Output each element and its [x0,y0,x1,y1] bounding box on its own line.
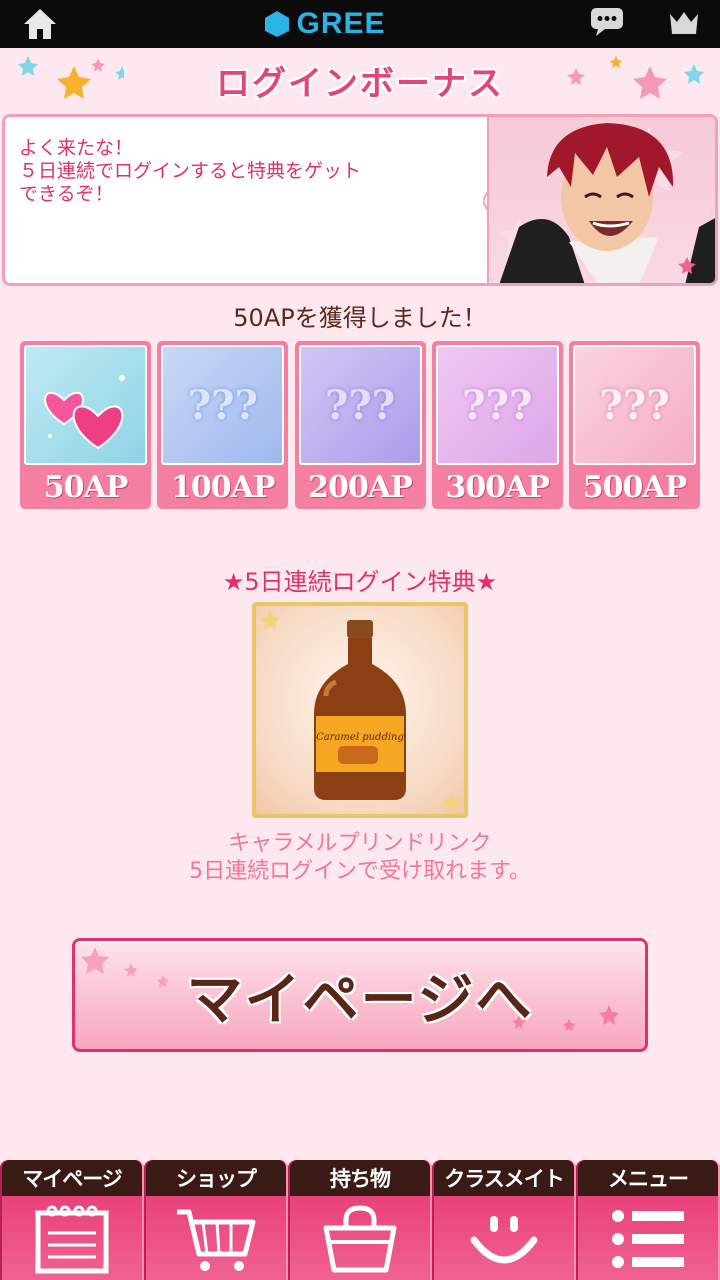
cart-icon [146,1198,286,1280]
nav-mypage[interactable]: マイページ [0,1160,144,1280]
card-label: 300AP [445,470,550,505]
bottle-icon: Caramel pudding [260,610,462,812]
nav-shop[interactable]: ショップ [144,1160,288,1280]
character-portrait [487,117,715,283]
card-label: 200AP [308,470,412,505]
mypage-button[interactable]: マイページへ [72,938,648,1052]
nav-label: ショップ [146,1160,286,1196]
chat-icon[interactable] [590,7,624,41]
nav-label: クラスメイト [434,1160,574,1196]
brand-text: GREE [296,7,386,40]
mypage-button-label: マイページへ [186,967,534,1033]
bonus-card-row: 50AP ??? 100AP ??? 200AP ??? 300AP ??? 5… [20,341,700,511]
list-icon [578,1198,718,1280]
bottom-nav: マイページ ショップ 持ち物 クラスメイト メニュー [0,1160,720,1280]
home-icon[interactable] [20,4,60,44]
notebook-icon [2,1198,142,1280]
gree-logo[interactable]: GREE [264,7,385,41]
card-label: 500AP [582,470,687,505]
stars-decoration-right-icon [567,56,704,99]
card-image: ??? [435,345,559,465]
reward-image: Caramel pudding [252,602,468,818]
top-bar: GREE [0,0,720,48]
reward-description: キャラメルプリンドリンク 5日連続ログインで受け取れます。 [0,830,720,886]
card-mystery: ??? [324,381,396,429]
speech-line: よく来たな！ [19,137,134,159]
bottle-label-text: Caramel pudding [316,732,404,743]
crown-icon[interactable] [668,8,700,40]
nav-label: マイページ [2,1160,142,1196]
reward-item-name: キャラメルプリンドリンク [228,831,492,856]
nav-label: メニュー [578,1160,718,1196]
stars-decoration-icon [18,56,124,99]
bonus-card-day3: ??? 200AP [294,341,426,509]
title-area: ログインボーナス [0,48,720,112]
card-mystery: ??? [599,381,670,429]
card-image: ??? [298,345,422,465]
card-image: ??? [161,345,285,465]
bonus-card-day5: ??? 500AP [569,341,700,509]
nav-items[interactable]: 持ち物 [288,1160,432,1280]
nav-classmates[interactable]: クラスメイト [432,1160,576,1280]
card-image: ??? [573,345,696,465]
reward-title: ★5日連続ログイン特典★ [222,568,498,596]
button-stars-icon [81,947,169,987]
nav-menu[interactable]: メニュー [576,1160,720,1280]
gree-hexagon-icon [265,11,290,37]
bonus-card-day4: ??? 300AP [431,341,563,509]
bonus-card-day1: 50AP [20,341,151,509]
hearts-icon [43,375,125,450]
ap-result-heading: 50APを獲得しました！ [233,304,487,332]
card-mystery: ??? [462,381,533,429]
speech-line: ５日連続でログインすると特典をゲット [19,160,362,182]
speech-text: よく来たな！ ５日連続でログインすると特典をゲット できるぞ！ [19,137,479,206]
card-mystery: ??? [187,381,258,429]
smiley-icon [434,1198,574,1280]
bonus-card-day2: ??? 100AP [157,341,289,509]
reward-condition: 5日連続ログインで受け取れます。 [189,859,531,884]
bag-icon [290,1198,430,1280]
speech-box: よく来たな！ ５日連続でログインすると特典をゲット できるぞ！ [2,114,718,286]
speech-line: できるぞ！ [19,183,114,205]
nav-label: 持ち物 [290,1160,430,1196]
card-label: 100AP [171,470,275,505]
page-title: ログインボーナス [216,63,504,104]
card-label: 50AP [43,470,129,505]
card-image [24,345,147,465]
